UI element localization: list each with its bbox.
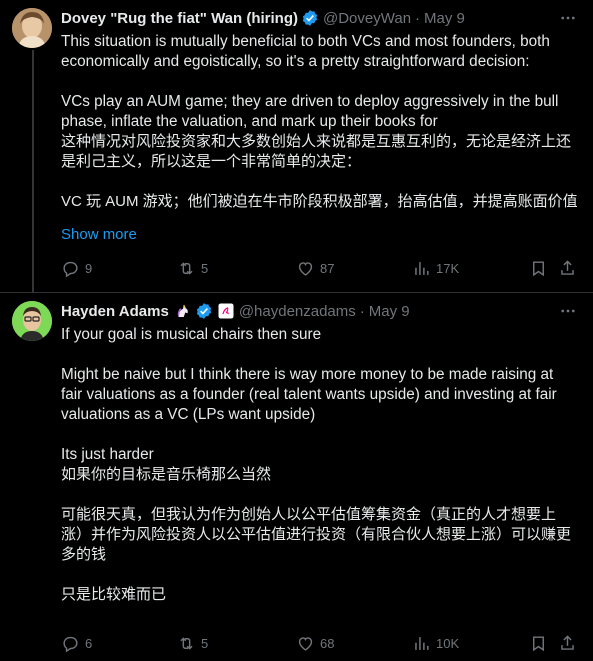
text-line: Its just harder [61,446,154,463]
bookmark-button[interactable] [529,632,548,654]
reply-count: 9 [85,260,93,276]
unicorn-emoji-icon [174,302,192,320]
post-date[interactable]: May 9 [424,10,465,27]
text-line: valuations as a VC (LPs want upside) [61,406,316,423]
show-more-link[interactable]: Show more [61,226,137,243]
text-line [61,345,581,365]
text-line: 多的钱 [61,546,107,563]
reply-count: 6 [85,635,93,651]
text-line [61,565,581,585]
tweet-dovey-wan[interactable]: Dovey "Rug the fiat" Wan (hiring) @Dovey… [0,0,593,292]
like-button[interactable]: 87 [296,257,334,279]
views-button[interactable]: 10K [412,632,459,654]
text-line: 涨）并作为风险投资人以公平估值进行投资（有限合伙人想要上涨）可以赚更 [61,526,572,543]
repost-button[interactable]: 5 [177,257,208,279]
avatar[interactable] [12,8,52,48]
display-name[interactable]: Dovey "Rug the fiat" Wan (hiring) [61,10,298,27]
tweet-text: This situation is mutually beneficial to… [61,32,581,212]
views-button[interactable]: 17K [412,257,459,279]
bookmark-button[interactable] [529,257,548,279]
text-line: If your goal is musical chairs then sure [61,326,322,343]
text-line: Might be naive but I think there is way … [61,366,554,383]
display-name[interactable]: Hayden Adams [61,303,169,320]
text-line: 如果你的目标是音乐椅那么当然 [61,466,272,483]
repost-count: 5 [201,635,209,651]
tweet-hayden-adams[interactable]: Hayden Adams @haydenzadams · May 9 If yo… [0,293,593,661]
bookmark-icon [533,635,544,651]
repost-count: 5 [201,260,209,276]
like-button[interactable]: 68 [296,632,334,654]
repost-icon [180,261,193,275]
text-line: phase, inflate the valuation, and mark u… [61,113,438,130]
share-button[interactable] [558,632,577,654]
repost-icon [180,636,193,650]
text-line [61,72,581,92]
views-icon [415,261,429,275]
text-line: VCs play an AUM game; they are driven to… [61,93,559,110]
more-icon[interactable] [557,8,579,28]
avatar[interactable] [12,301,52,341]
reply-button[interactable]: 9 [61,257,92,279]
text-line: 只是比较难而已 [61,586,167,603]
text-line: 可能很天真，但我认为作为创始人以公平估值筹集资金（真正的人才想要上 [61,506,557,523]
text-line: 是利己主义，所以这是一个非常简单的决定： [61,153,362,170]
thread-connector-line [32,50,34,292]
text-line: This situation is mutually beneficial to… [61,33,550,50]
text-line [61,425,581,445]
action-bar: 6 5 68 10K [61,632,581,654]
share-icon [561,634,574,650]
tweet-header: Hayden Adams @haydenzadams · May 9 [61,301,410,321]
reply-icon [63,636,78,652]
text-line [61,485,581,505]
tweet-header: Dovey "Rug the fiat" Wan (hiring) @Dovey… [61,8,465,28]
like-count: 87 [320,260,335,276]
text-line: VC 玩 AUM 游戏；他们被迫在牛市阶段积极部署，抬高估值，并提高账面价值 [61,193,578,210]
action-bar: 9 5 87 17K [61,257,581,279]
user-handle[interactable]: @haydenzadams [239,303,356,320]
views-count: 17K [436,260,460,276]
reply-icon [63,261,78,277]
verified-badge-icon [195,302,213,320]
text-line: fair valuations as a founder (real talen… [61,386,557,403]
share-icon [561,259,574,275]
user-handle[interactable]: @DoveyWan [323,10,411,27]
post-date[interactable]: May 9 [369,303,410,320]
separator-dot: · [359,302,365,320]
separator-dot: · [415,9,421,27]
repost-button[interactable]: 5 [177,632,208,654]
more-icon[interactable] [557,301,579,321]
share-button[interactable] [558,257,577,279]
verified-badge-icon [301,9,319,27]
text-line [61,172,581,192]
views-count: 10K [436,635,460,651]
bookmark-icon [533,260,544,276]
views-icon [415,636,429,650]
like-count: 68 [320,635,335,651]
text-line: 这种情况对风险投资家和大多数创始人来说都是互惠互利的，无论是经济上还 [61,133,572,150]
affiliate-badge-icon[interactable] [217,302,235,320]
text-line: economically and egoistically, so it's a… [61,53,530,70]
tweet-text: If your goal is musical chairs then sure… [61,325,581,605]
reply-button[interactable]: 6 [61,632,92,654]
like-icon [298,636,313,651]
like-icon [298,261,313,276]
